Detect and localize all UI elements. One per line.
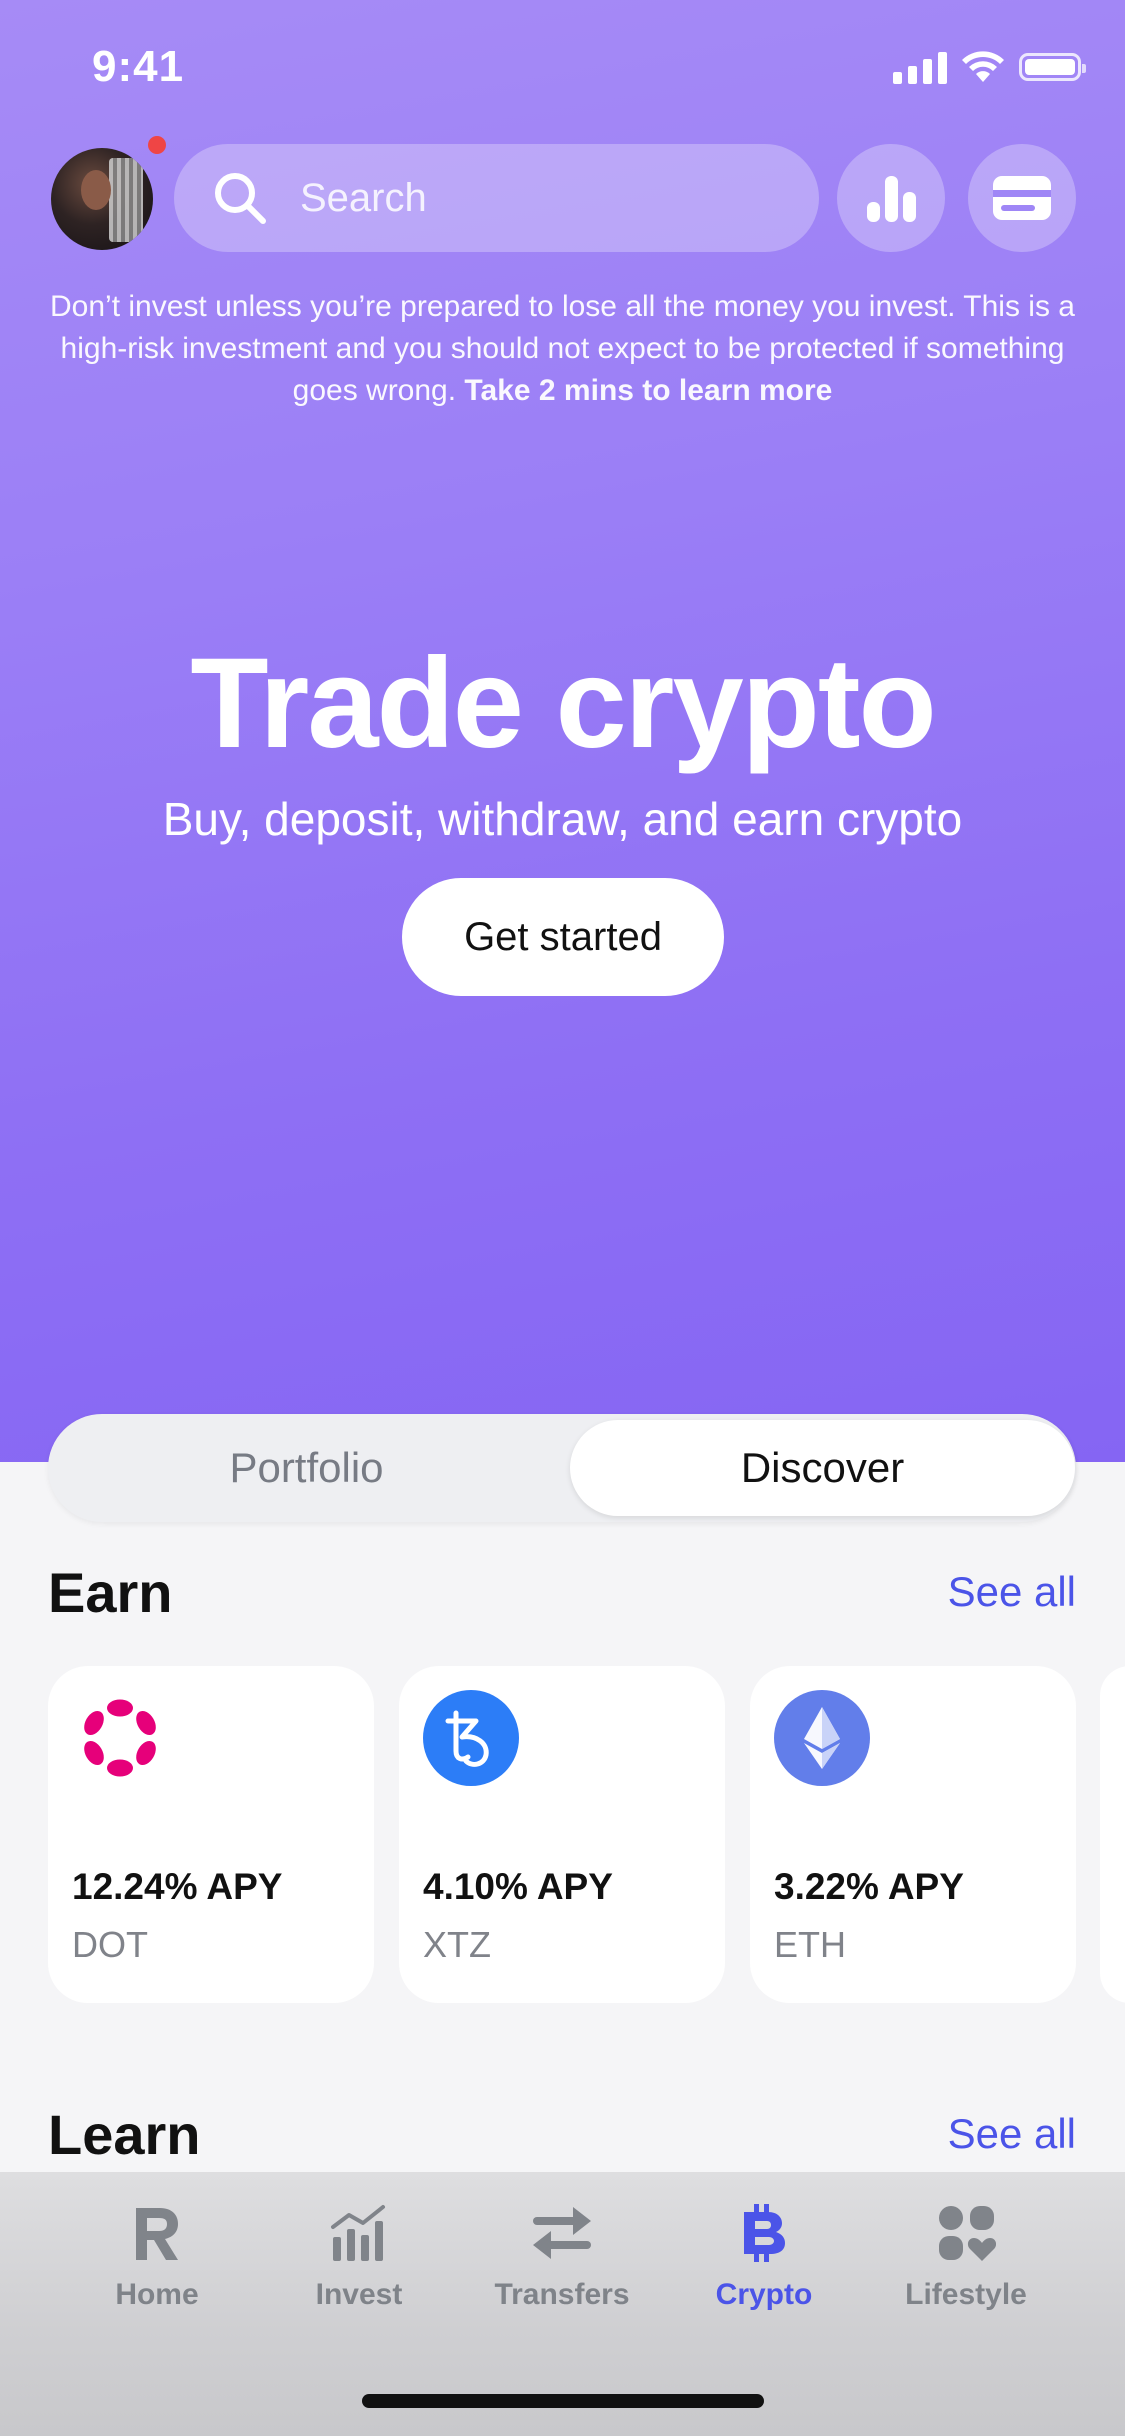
tab-invest[interactable]: Invest	[269, 2200, 449, 2312]
earn-card-eth[interactable]: 3.22% APY ETH	[750, 1666, 1076, 2003]
tezos-icon	[423, 1690, 519, 1786]
bar-chart-icon	[867, 176, 916, 222]
earn-card-xtz[interactable]: 4.10% APY XTZ	[399, 1666, 725, 2003]
tab-transfers[interactable]: Transfers	[472, 2200, 652, 2312]
lifestyle-icon	[939, 2206, 996, 2261]
tab-discover[interactable]: Discover	[570, 1420, 1075, 1516]
status-bar: 9:41	[0, 0, 1125, 130]
portfolio-discover-toggle: Portfolio Discover	[48, 1414, 1076, 1522]
card-symbol: ETH	[774, 1924, 846, 1965]
search-icon	[215, 173, 266, 224]
tab-label: Home	[115, 2278, 199, 2311]
avatar[interactable]	[51, 148, 153, 250]
card-apy: 4.10% APY	[423, 1866, 613, 1907]
card-icon	[993, 176, 1051, 220]
search-input[interactable]	[298, 174, 802, 222]
cellular-signal-icon	[893, 50, 947, 84]
earn-card-dot[interactable]: 12.24% APY DOT	[48, 1666, 374, 2003]
analytics-button[interactable]	[837, 144, 945, 252]
get-started-button[interactable]: Get started	[402, 878, 724, 996]
polkadot-icon	[72, 1690, 168, 1786]
earn-card-peek[interactable]	[1100, 1666, 1125, 2003]
learn-more-link[interactable]: Take 2 mins to learn more	[464, 374, 832, 407]
hero-title: Trade crypto	[190, 632, 936, 775]
invest-chart-icon	[331, 2205, 385, 2261]
card-apy: 3.22% APY	[774, 1866, 964, 1907]
hero-subtitle: Buy, deposit, withdraw, and earn crypto	[162, 793, 963, 845]
notification-dot	[148, 136, 166, 154]
revolut-r-icon	[136, 2208, 178, 2260]
tab-crypto[interactable]: Crypto	[674, 2200, 854, 2312]
tab-lifestyle[interactable]: Lifestyle	[876, 2200, 1056, 2312]
learn-title: Learn	[48, 2103, 201, 2166]
card-apy: 12.24% APY	[72, 1866, 283, 1907]
earn-see-all-link[interactable]: See all	[948, 1568, 1076, 1616]
tab-label: Crypto	[715, 2278, 813, 2311]
tab-home[interactable]: Home	[67, 2200, 247, 2312]
battery-icon	[1019, 53, 1086, 81]
home-indicator[interactable]	[362, 2394, 764, 2408]
ethereum-icon	[774, 1690, 870, 1786]
tab-label: Invest	[315, 2278, 403, 2311]
card-symbol: DOT	[72, 1924, 148, 1965]
tab-label: Transfers	[494, 2278, 630, 2311]
status-time: 9:41	[92, 42, 185, 91]
risk-disclaimer: Don’t invest unless you’re prepared to l…	[50, 286, 1075, 412]
card-symbol: XTZ	[423, 1924, 491, 1965]
learn-see-all-link[interactable]: See all	[948, 2110, 1076, 2158]
wifi-icon	[962, 51, 1004, 82]
cards-button[interactable]	[968, 144, 1076, 252]
bitcoin-icon	[744, 2204, 785, 2262]
status-icons	[893, 50, 1086, 84]
transfer-arrows-icon	[533, 2207, 591, 2259]
tab-label: Lifestyle	[905, 2278, 1027, 2311]
earn-title: Earn	[48, 1561, 173, 1624]
tab-portfolio[interactable]: Portfolio	[54, 1420, 559, 1516]
search-bar[interactable]	[174, 144, 819, 252]
